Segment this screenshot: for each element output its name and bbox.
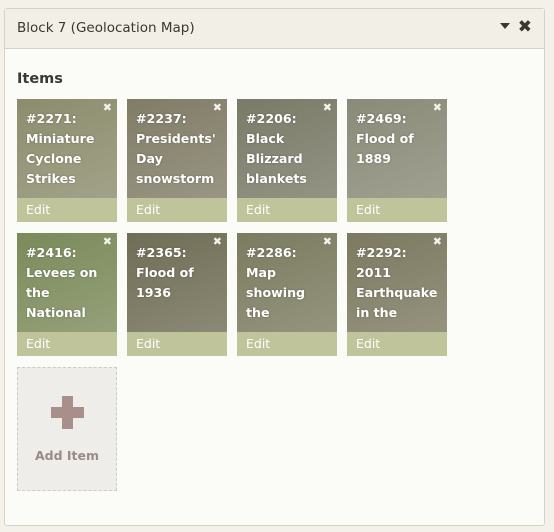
item-title: #2469: Flood of 1889 — [356, 111, 414, 166]
remove-item-icon[interactable]: ✖ — [103, 236, 112, 248]
item-title: #2365: Flood of 1936 — [136, 245, 194, 300]
remove-item-icon[interactable]: ✖ — [213, 236, 222, 248]
item-tile[interactable]: #2469: Flood of 1889 ✖ Edit — [347, 99, 447, 222]
item-tile[interactable]: #2237: Presidents' Day snowstorm ✖ Edit — [127, 99, 227, 222]
remove-item-icon[interactable]: ✖ — [433, 102, 442, 114]
remove-item-icon[interactable]: ✖ — [433, 236, 442, 248]
panel-header: Block 7 (Geolocation Map) ✖ — [5, 9, 544, 49]
add-item-button[interactable]: Add Item — [17, 367, 117, 491]
add-item-label: Add Item — [34, 448, 100, 463]
item-tile[interactable]: #2416: Levees on the National Mall ✖ Edit — [17, 233, 117, 356]
edit-item-button[interactable]: Edit — [17, 332, 117, 356]
item-tile[interactable]: #2286: Map showing the territory flooded… — [237, 233, 337, 356]
item-title: #2416: Levees on the National Mall — [26, 245, 98, 320]
item-title: #2271: Miniature Cyclone Strikes South — [26, 111, 95, 186]
items-heading: Items — [17, 71, 63, 87]
item-title: #2206: Black Blizzard blankets the — [246, 111, 307, 186]
item-tile[interactable]: #2206: Black Blizzard blankets the ✖ Edit — [237, 99, 337, 222]
item-title: #2292: 2011 Earthquake in the — [356, 245, 437, 320]
item-title: #2286: Map showing the territory flooded… — [246, 245, 306, 320]
close-x-icon[interactable]: ✖ — [518, 18, 532, 36]
item-tile[interactable]: #2365: Flood of 1936 ✖ Edit — [127, 233, 227, 356]
edit-item-button[interactable]: Edit — [347, 198, 447, 222]
item-title: #2237: Presidents' Day snowstorm — [136, 111, 216, 186]
edit-item-button[interactable]: Edit — [237, 332, 337, 356]
caret-down-icon[interactable] — [500, 23, 510, 29]
remove-item-icon[interactable]: ✖ — [213, 102, 222, 114]
block-panel: Block 7 (Geolocation Map) ✖ Items #2271:… — [4, 8, 545, 526]
remove-item-icon[interactable]: ✖ — [323, 102, 332, 114]
panel-title: Block 7 (Geolocation Map) — [17, 20, 195, 36]
edit-item-button[interactable]: Edit — [17, 198, 117, 222]
edit-item-button[interactable]: Edit — [127, 332, 227, 356]
edit-item-button[interactable]: Edit — [127, 198, 227, 222]
edit-item-button[interactable]: Edit — [347, 332, 447, 356]
remove-item-icon[interactable]: ✖ — [323, 236, 332, 248]
edit-item-button[interactable]: Edit — [237, 198, 337, 222]
item-tile[interactable]: #2292: 2011 Earthquake in the ✖ Edit — [347, 233, 447, 356]
item-tile[interactable]: #2271: Miniature Cyclone Strikes South ✖ E… — [17, 99, 117, 222]
remove-item-icon[interactable]: ✖ — [103, 102, 112, 114]
